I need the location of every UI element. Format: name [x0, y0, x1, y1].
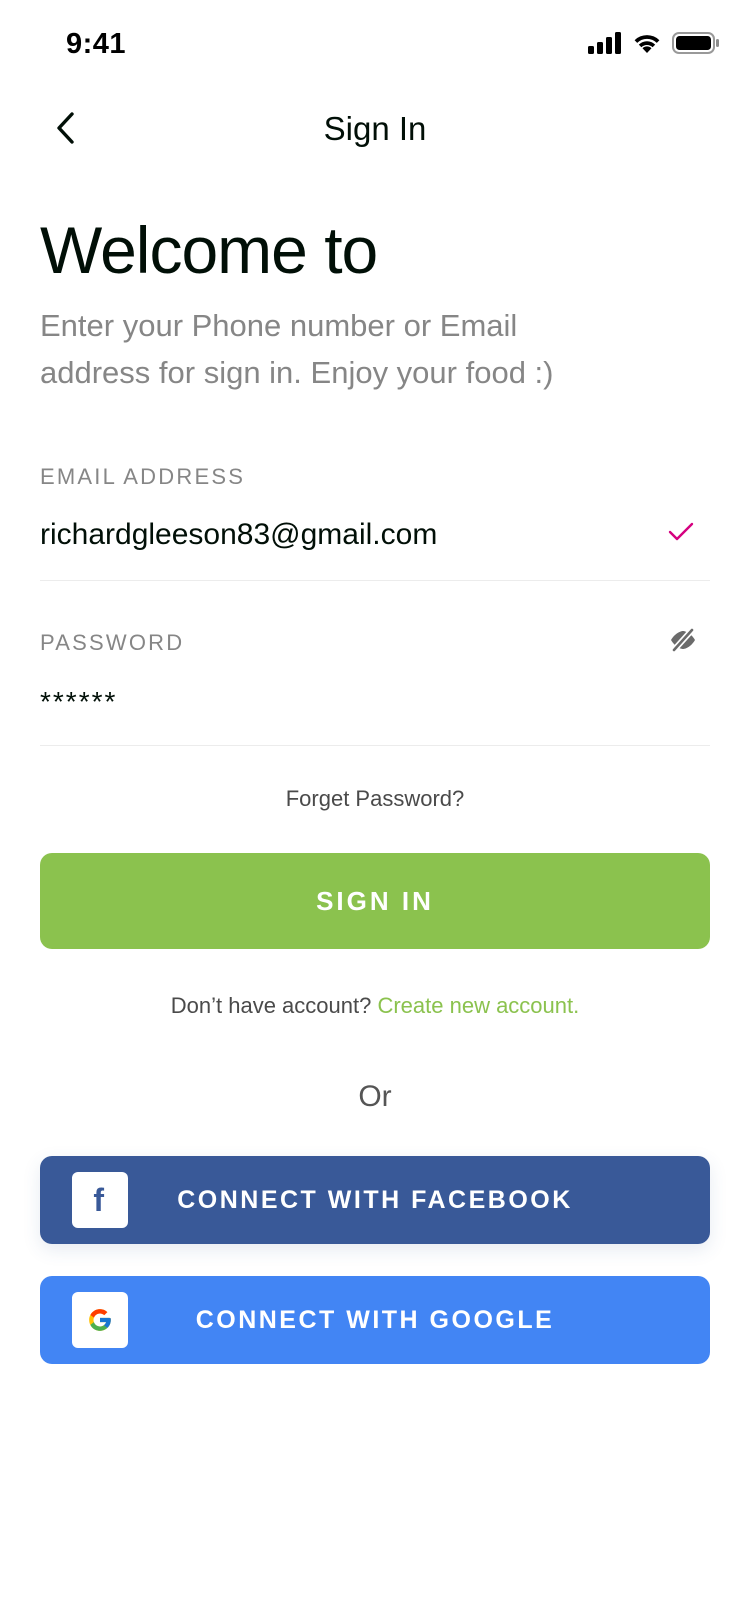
welcome-subtitle: Enter your Phone number or Email address…	[40, 308, 554, 390]
signup-row: Don’t have account? Create new account.	[0, 993, 750, 1019]
sign-in-button[interactable]: SIGN IN	[40, 853, 710, 949]
status-time: 9:41	[66, 28, 127, 60]
signup-prompt: Don’t have account?	[170, 993, 372, 1018]
status-icons	[588, 32, 720, 59]
create-account-link[interactable]: Create new account.	[377, 993, 579, 1018]
facebook-icon-glyph: f	[93, 1182, 107, 1218]
connect-facebook-label: CONNECT WITH FACEBOOK	[177, 1185, 573, 1214]
password-divider	[40, 745, 710, 746]
connect-google-button[interactable]: CONNECT WITH GOOGLE	[40, 1276, 710, 1364]
password-label: PASSWORD	[40, 630, 185, 655]
connect-facebook-button[interactable]: f CONNECT WITH FACEBOOK	[40, 1156, 710, 1244]
email-divider	[40, 580, 710, 581]
email-label: EMAIL ADDRESS	[40, 464, 246, 489]
connect-google-label: CONNECT WITH GOOGLE	[195, 1305, 555, 1334]
or-divider-text: Or	[358, 1080, 392, 1113]
eye-off-icon[interactable]	[668, 627, 698, 657]
welcome-heading: Welcome to	[40, 213, 378, 287]
wifi-icon	[632, 32, 662, 59]
sign-in-button-label: SIGN IN	[316, 885, 434, 916]
page-title: Sign In	[323, 110, 427, 147]
battery-icon	[672, 32, 720, 59]
email-field[interactable]: richardgleeson83@gmail.com	[40, 518, 437, 552]
facebook-icon: f	[72, 1172, 128, 1228]
signal-icon	[588, 32, 622, 59]
password-field[interactable]: ******	[40, 686, 117, 718]
forgot-password-link[interactable]: Forget Password?	[0, 786, 750, 812]
check-icon	[668, 522, 694, 547]
google-icon	[72, 1292, 128, 1348]
